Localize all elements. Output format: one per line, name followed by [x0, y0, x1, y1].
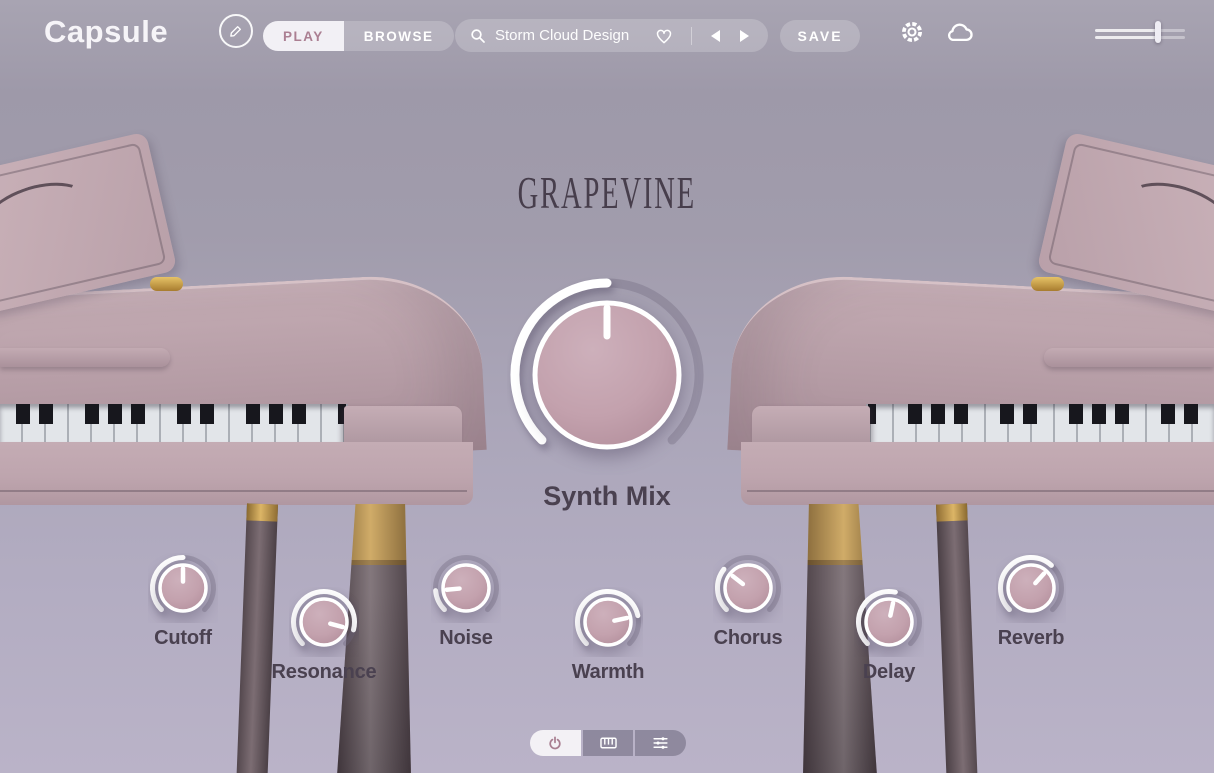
next-triangle-icon — [739, 29, 751, 43]
volume-track-line — [1095, 36, 1185, 39]
piano-music-desk — [1037, 132, 1214, 315]
preset-search-bar[interactable]: Storm Cloud Design — [455, 19, 768, 52]
volume-track-line — [1095, 29, 1185, 32]
chorus-label: Chorus — [714, 627, 783, 650]
keyboard-icon — [599, 735, 618, 751]
divider — [691, 27, 692, 45]
knob-reverb[interactable]: Reverb — [951, 553, 1111, 650]
piano-black-keys — [868, 404, 1214, 424]
volume-slider-handle[interactable] — [1155, 21, 1161, 43]
piano-key-block — [344, 406, 462, 444]
piano-lower-slab — [741, 442, 1214, 505]
piano-gold-hinge — [1031, 277, 1064, 291]
knob-warmth[interactable]: Warmth — [528, 587, 688, 684]
synth-mix-label: Synth Mix — [543, 481, 671, 512]
cloud-icon — [943, 18, 977, 46]
knob-resonance[interactable]: Resonance — [244, 587, 404, 684]
view-tab-main[interactable] — [530, 730, 581, 756]
knob-cutoff[interactable]: Cutoff — [103, 553, 263, 650]
favorite-button[interactable] — [649, 26, 679, 46]
plugin-title: GRAPEVINE — [518, 166, 696, 219]
warmth-label: Warmth — [572, 661, 645, 684]
capsule-logo: Capsule — [44, 14, 168, 50]
title-row: GRAPEVINE — [0, 166, 1214, 219]
cloud-sync-button[interactable] — [941, 16, 979, 48]
cutoff-label: Cutoff — [154, 627, 212, 650]
noise-label: Noise — [439, 627, 492, 650]
knob-synth-mix[interactable]: Synth Mix — [507, 275, 707, 512]
delay-label: Delay — [863, 661, 915, 684]
view-switcher — [530, 730, 686, 756]
volume-slider[interactable] — [1095, 21, 1185, 43]
piano-lower-slab — [0, 442, 473, 505]
next-preset-button[interactable] — [734, 29, 756, 43]
piano-body — [0, 271, 487, 475]
current-preset-name[interactable]: Storm Cloud Design — [495, 27, 629, 44]
mixer-icon — [652, 735, 669, 751]
heart-icon — [654, 26, 674, 46]
piano-body — [727, 271, 1214, 475]
search-icon — [469, 27, 487, 45]
piano-white-keys — [0, 404, 348, 442]
gear-icon — [898, 18, 926, 46]
save-button[interactable]: SAVE — [780, 20, 860, 52]
previous-preset-button[interactable] — [704, 29, 726, 43]
knob-chorus[interactable]: Chorus — [668, 553, 828, 650]
prev-triangle-icon — [709, 29, 721, 43]
settings-button[interactable] — [895, 15, 929, 49]
resonance-label: Resonance — [272, 661, 377, 684]
knob-delay[interactable]: Delay — [809, 587, 969, 684]
knob-noise[interactable]: Noise — [386, 553, 546, 650]
browse-tab[interactable]: BROWSE — [344, 21, 454, 51]
view-tab-keyboard[interactable] — [583, 730, 634, 756]
piano-ledge — [1044, 348, 1214, 367]
pencil-icon — [228, 23, 244, 39]
grapevine-plugin-window: Capsule PLAY BROWSE Storm Cloud Design — [0, 0, 1214, 773]
edit-preset-button[interactable] — [219, 14, 253, 48]
piano-key-block — [752, 406, 870, 444]
play-tab[interactable]: PLAY — [263, 21, 344, 51]
piano-ledge — [0, 348, 170, 367]
top-toolbar: Capsule PLAY BROWSE Storm Cloud Design — [0, 0, 1214, 60]
power-icon — [547, 735, 563, 751]
piano-music-desk — [0, 132, 177, 315]
piano-black-keys — [0, 404, 346, 424]
piano-white-keys — [866, 404, 1214, 442]
view-tab-mixer[interactable] — [635, 730, 686, 756]
piano-gold-hinge — [150, 277, 183, 291]
play-browse-toggle: PLAY BROWSE — [263, 21, 454, 51]
reverb-label: Reverb — [998, 627, 1065, 650]
